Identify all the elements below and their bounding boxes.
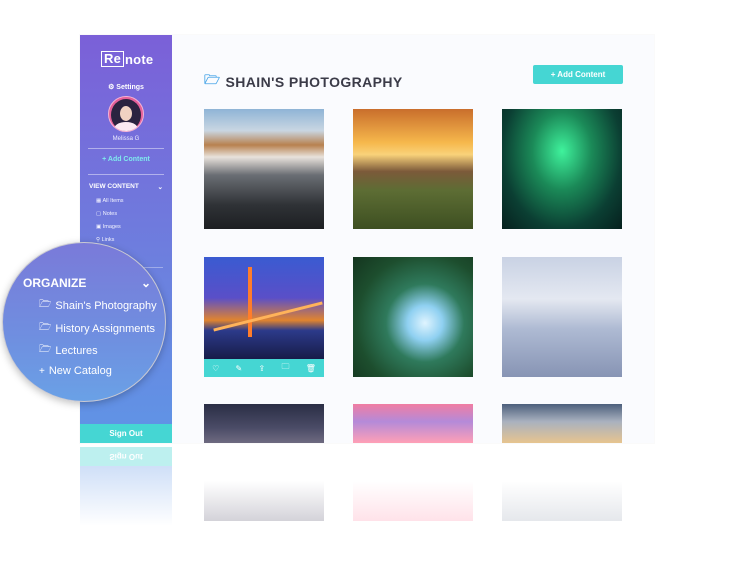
sidebar-item-label: All Items [102,198,124,204]
plus-icon: + [39,365,45,377]
page-title-text: SHAIN'S PHOTOGRAPHY [225,74,403,90]
sidebar-reflection [80,466,172,526]
divider [88,148,164,149]
organize-header[interactable]: ORGANIZE ⌄ [23,276,151,290]
chevron-down-icon: ⌄ [157,184,163,191]
photo-tile-coast-sunset[interactable] [353,109,473,229]
image-icon: ▣ [96,224,102,230]
divider [88,174,164,175]
photo-tile-mountain-beach[interactable] [204,109,324,229]
tile-reflection [204,481,324,521]
trash-icon[interactable]: 🗑 [306,364,316,373]
organize-magnifier: ORGANIZE ⌄ 🗁 Shain's Photography 🗁 Histo… [2,242,166,402]
new-catalog-label: New Catalog [48,365,112,377]
logo-box: Re [101,51,125,67]
share-icon[interactable]: ⇪ [259,364,266,373]
photo-tile-pink-sky[interactable] [353,404,473,443]
sign-out-button[interactable]: Sign Out [80,424,172,443]
folder-icon: 🗁 [39,299,52,310]
logo-text: note [125,51,154,67]
photo-tile-milky-way[interactable] [204,404,324,443]
sidebar-item-label: Links [101,237,115,243]
tile-reflection [502,481,622,521]
sidebar-item-all-items[interactable]: ▦ All Items [96,195,124,208]
grid-icon: ▦ [96,198,102,204]
folder-icon[interactable]: 🗀 [281,361,289,375]
catalog-label: Lectures [55,344,98,357]
tile-reflection [353,481,473,521]
photo-tile-golden-gate[interactable] [204,257,324,359]
app-window: Re note ⚙ Settings Melissa G + Add Conte… [80,35,654,443]
sidebar-item-label: Notes [102,211,118,217]
folder-open-icon: 🗁 [204,72,221,87]
catalog-item-shains-photography[interactable]: 🗁 Shain's Photography [39,297,157,314]
view-content-header[interactable]: VIEW CONTENT ⌄ [89,183,163,191]
avatar[interactable] [108,96,144,132]
folder-icon: 🗁 [39,322,52,333]
photo-tile-aurora[interactable] [502,109,622,229]
tile-action-bar: ♡ ✎ ⇪ 🗀 🗑 [204,359,324,377]
view-content-label: VIEW CONTENT [89,183,139,190]
catalog-item-history-assignments[interactable]: 🗁 History Assignments [39,320,155,337]
settings-link[interactable]: ⚙ Settings [80,83,172,91]
page-title: 🗁 SHAIN'S PHOTOGRAPHY [204,71,403,93]
sign-out-reflection: Sign Out [80,447,172,466]
view-content-list: ▦ All Items ▢ Notes ▣ Images ⚲ Links [96,195,124,247]
logo[interactable]: Re note [101,51,153,67]
photo-tile-waterfall[interactable] [353,257,473,377]
heart-icon[interactable]: ♡ [212,364,219,373]
sidebar-item-label: Images [102,224,121,230]
settings-label: Settings [116,84,144,91]
edit-icon[interactable]: ✎ [236,364,243,373]
folder-icon: 🗁 [39,344,52,355]
sidebar-item-notes[interactable]: ▢ Notes [96,208,124,221]
chevron-down-icon: ⌄ [140,276,151,290]
catalog-label: Shain's Photography [55,299,157,312]
add-content-button[interactable]: + Add Content [533,65,623,84]
sidebar-add-content-button[interactable]: + Add Content [80,156,172,163]
catalog-item-lectures[interactable]: 🗁 Lectures [39,342,98,359]
photo-tile-snow-forest[interactable] [502,257,622,377]
sidebar-item-images[interactable]: ▣ Images [96,221,124,234]
catalog-label: History Assignments [55,322,156,335]
organize-label: ORGANIZE [23,276,87,290]
user-name: Melissa G [112,136,140,142]
new-catalog-button[interactable]: + New Catalog [39,365,112,377]
note-icon: ▢ [96,211,102,217]
photo-tile-cloudy-sky[interactable] [502,404,622,443]
